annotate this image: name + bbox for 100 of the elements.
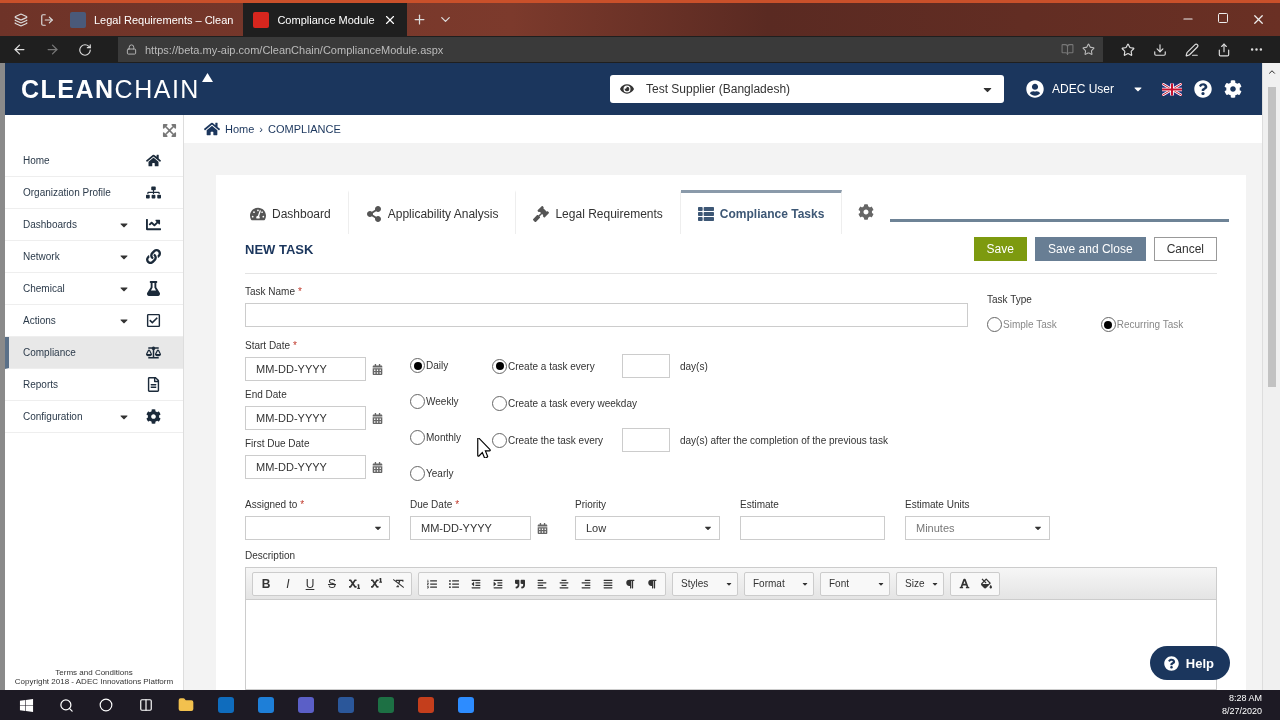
share-icon[interactable]: [1217, 42, 1231, 57]
breadcrumb-link[interactable]: Home: [225, 123, 255, 135]
favorites-icon[interactable]: [1121, 42, 1135, 57]
superscript-icon[interactable]: [370, 578, 382, 589]
toolbar-dropdown[interactable]: Font: [820, 571, 890, 596]
browser-tab[interactable]: Compliance Module: [243, 3, 407, 36]
triangle-icon: [201, 72, 213, 82]
tab[interactable]: Compliance Tasks: [680, 190, 843, 234]
scales-icon: [146, 345, 161, 360]
start-icon[interactable]: [18, 697, 34, 713]
indent-icon[interactable]: [493, 578, 503, 589]
numbered-list-icon[interactable]: [427, 578, 437, 589]
radio-option[interactable]: Daily: [410, 358, 492, 373]
format-button[interactable]: I: [278, 573, 298, 594]
refresh-icon[interactable]: [78, 42, 92, 57]
set-aside-icon[interactable]: [40, 12, 54, 27]
download-icon[interactable]: [1153, 42, 1167, 57]
tabs-icon[interactable]: [14, 12, 28, 27]
format-button[interactable]: B: [256, 573, 276, 594]
logo[interactable]: CLEANCHAIN: [21, 74, 200, 104]
field-label: First Due Date: [245, 438, 311, 449]
days-field[interactable]: [622, 428, 670, 452]
supplier-select[interactable]: Test Supplier (Bangladesh): [610, 75, 1004, 103]
field-label: Task Name *: [245, 286, 303, 297]
breadcrumb-current: COMPLIANCE: [268, 123, 341, 135]
settings-icon[interactable]: [1224, 80, 1242, 98]
format-button[interactable]: U: [300, 573, 320, 594]
pen-icon[interactable]: [1185, 42, 1199, 57]
expand-icon[interactable]: [162, 122, 177, 138]
home-icon[interactable]: [204, 121, 220, 137]
subscript-icon[interactable]: [348, 578, 360, 589]
calendar-icon[interactable]: [537, 522, 548, 534]
days-field[interactable]: [622, 354, 670, 378]
paragraph-icon[interactable]: [625, 578, 635, 589]
search-icon[interactable]: [58, 697, 74, 713]
radio-option[interactable]: Yearly: [410, 466, 492, 481]
quote-icon[interactable]: [515, 578, 525, 589]
background-color-icon[interactable]: [980, 578, 992, 589]
forward-icon[interactable]: [45, 42, 60, 57]
line-chart-icon: [146, 217, 161, 232]
maximize-icon[interactable]: [1217, 12, 1229, 24]
radio-option[interactable]: Create a task every weekday: [492, 395, 637, 411]
settings-icon[interactable]: [858, 204, 875, 220]
form-button[interactable]: Cancel: [1153, 237, 1217, 261]
close-icon[interactable]: [1251, 12, 1266, 27]
scrollbar-thumb[interactable]: [1267, 87, 1276, 387]
align-right-icon[interactable]: [581, 578, 591, 589]
help-icon[interactable]: [1194, 80, 1212, 98]
format-button[interactable]: S: [322, 573, 342, 594]
calendar-icon[interactable]: [372, 412, 383, 424]
date-field[interactable]: MM-DD-YYYY: [245, 406, 366, 430]
form-button[interactable]: Save and Close: [1034, 237, 1146, 261]
date-field[interactable]: MM-DD-YYYY: [410, 516, 531, 540]
user-menu[interactable]: ADEC User: [1020, 80, 1150, 98]
paragraph-icon[interactable]: [647, 578, 657, 589]
task-name-field[interactable]: [245, 303, 968, 327]
toolbar-dropdown[interactable]: Format: [744, 571, 814, 596]
gear-icon: [146, 409, 161, 424]
outdent-icon[interactable]: [471, 578, 481, 589]
reading-view-icon[interactable]: [1061, 43, 1074, 56]
new-tab-icon[interactable]: [412, 12, 428, 27]
radio-option[interactable]: Simple Task: [987, 317, 1057, 332]
toolbar-dropdown[interactable]: Size: [896, 571, 944, 596]
text-color-icon[interactable]: [958, 578, 970, 589]
radio-option[interactable]: Monthly: [410, 430, 492, 445]
radio-option[interactable]: Create the task every: [492, 432, 612, 448]
calendar-icon[interactable]: [372, 363, 383, 375]
clear-format-icon[interactable]: [392, 578, 404, 589]
circle-icon[interactable]: [99, 698, 113, 712]
breadcrumb-separator: ›: [259, 123, 263, 135]
field-label: Estimate: [740, 499, 780, 510]
date-field[interactable]: MM-DD-YYYY: [245, 357, 366, 381]
calendar-icon[interactable]: [372, 461, 383, 473]
justify-icon[interactable]: [603, 578, 613, 589]
radio-option[interactable]: Create a task every: [492, 358, 612, 374]
help-button[interactable]: Help: [1149, 646, 1230, 680]
terms-link[interactable]: Terms and Conditions: [55, 668, 133, 677]
flag-icon[interactable]: [1162, 82, 1182, 96]
select-field[interactable]: Minutes: [905, 516, 1050, 540]
address-bar[interactable]: https://beta.my-aip.com/CleanChain/ComplianceModule.aspx: [118, 37, 1103, 62]
scroll-up-icon[interactable]: [1266, 67, 1277, 77]
bullet-list-icon[interactable]: [449, 578, 459, 589]
select-field[interactable]: Low: [575, 516, 720, 540]
back-icon[interactable]: [12, 42, 27, 57]
clock-time: 8:28 AM: [1228, 692, 1262, 705]
estimate-field[interactable]: [740, 516, 885, 540]
align-left-icon[interactable]: [537, 578, 547, 589]
radio-option[interactable]: Weekly: [410, 394, 492, 409]
browser-tab[interactable]: Legal Requirements – Clean: [60, 3, 244, 36]
link-icon: [146, 249, 161, 264]
radio-option[interactable]: Recurring Task: [1100, 317, 1184, 332]
star-icon[interactable]: [1082, 43, 1095, 56]
date-field[interactable]: MM-DD-YYYY: [245, 455, 366, 479]
copyright-text: Copyright 2018 - ADEC Innovations Platform: [14, 677, 174, 686]
select-field[interactable]: [245, 516, 390, 540]
align-center-icon[interactable]: [559, 578, 569, 589]
task-view-icon[interactable]: [139, 698, 153, 712]
toolbar-dropdown[interactable]: Styles: [672, 571, 738, 596]
sidebar-item[interactable]: Compliance: [5, 337, 183, 369]
folder-icon[interactable]: [178, 697, 194, 713]
